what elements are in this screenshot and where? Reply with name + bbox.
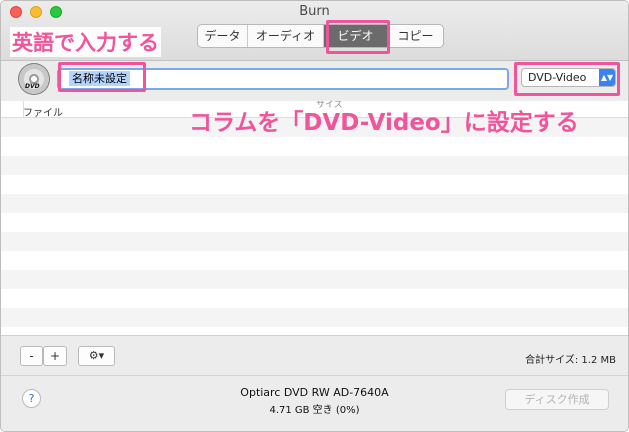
burn-disc-button[interactable]: ディスク作成 bbox=[505, 389, 609, 410]
up-down-chevron-icon: ▲▼ bbox=[599, 69, 615, 86]
window-title: Burn bbox=[299, 4, 330, 19]
remove-item-button[interactable]: - bbox=[20, 346, 43, 366]
mode-tabs: データ オーディオ ビデオ コピー bbox=[197, 24, 444, 48]
column-header-file[interactable]: ファイル bbox=[23, 104, 63, 119]
list-row bbox=[1, 270, 628, 289]
gear-menu-button[interactable]: ⚙▾ bbox=[78, 346, 115, 366]
tab-copy[interactable]: コピー bbox=[387, 25, 443, 47]
list-row bbox=[1, 175, 628, 194]
toolbar: DVD 名称未設定 DVD-Video ▲▼ bbox=[1, 61, 628, 101]
add-item-button[interactable]: + bbox=[43, 346, 67, 366]
tab-video[interactable]: ビデオ bbox=[323, 25, 387, 47]
status-bar: ? Optiarc DVD RW AD-7640A 4.71 GB 空き (0%… bbox=[1, 375, 628, 431]
annotation-side-note: コラムを「DVD-Video」に設定する bbox=[189, 110, 579, 136]
disc-icon-label: DVD bbox=[25, 83, 40, 90]
annotation-top-note: 英語で入力する bbox=[10, 27, 161, 57]
disc-name-value: 名称未設定 bbox=[69, 71, 130, 86]
list-row bbox=[1, 251, 628, 270]
list-row bbox=[1, 213, 628, 232]
list-row bbox=[1, 232, 628, 251]
format-select-value: DVD-Video bbox=[528, 71, 587, 84]
total-size-label: 合計サイズ: 1.2 MB bbox=[525, 355, 616, 366]
tab-audio[interactable]: オーディオ bbox=[247, 25, 323, 47]
disc-name-input[interactable]: 名称未設定 bbox=[57, 68, 509, 90]
list-row bbox=[1, 289, 628, 308]
burn-window: Burn データ オーディオ ビデオ コピー DVD 名称未設定 DVD-Vid… bbox=[0, 0, 629, 432]
bottom-bar: - + ⚙▾ 合計サイズ: 1.2 MB bbox=[1, 335, 628, 375]
list-row bbox=[1, 194, 628, 213]
dvd-disc-icon bbox=[18, 63, 50, 95]
list-row bbox=[1, 137, 628, 156]
list-row bbox=[1, 156, 628, 175]
list-row bbox=[1, 308, 628, 327]
tab-data[interactable]: データ bbox=[198, 25, 247, 47]
format-select[interactable]: DVD-Video ▲▼ bbox=[521, 68, 616, 87]
